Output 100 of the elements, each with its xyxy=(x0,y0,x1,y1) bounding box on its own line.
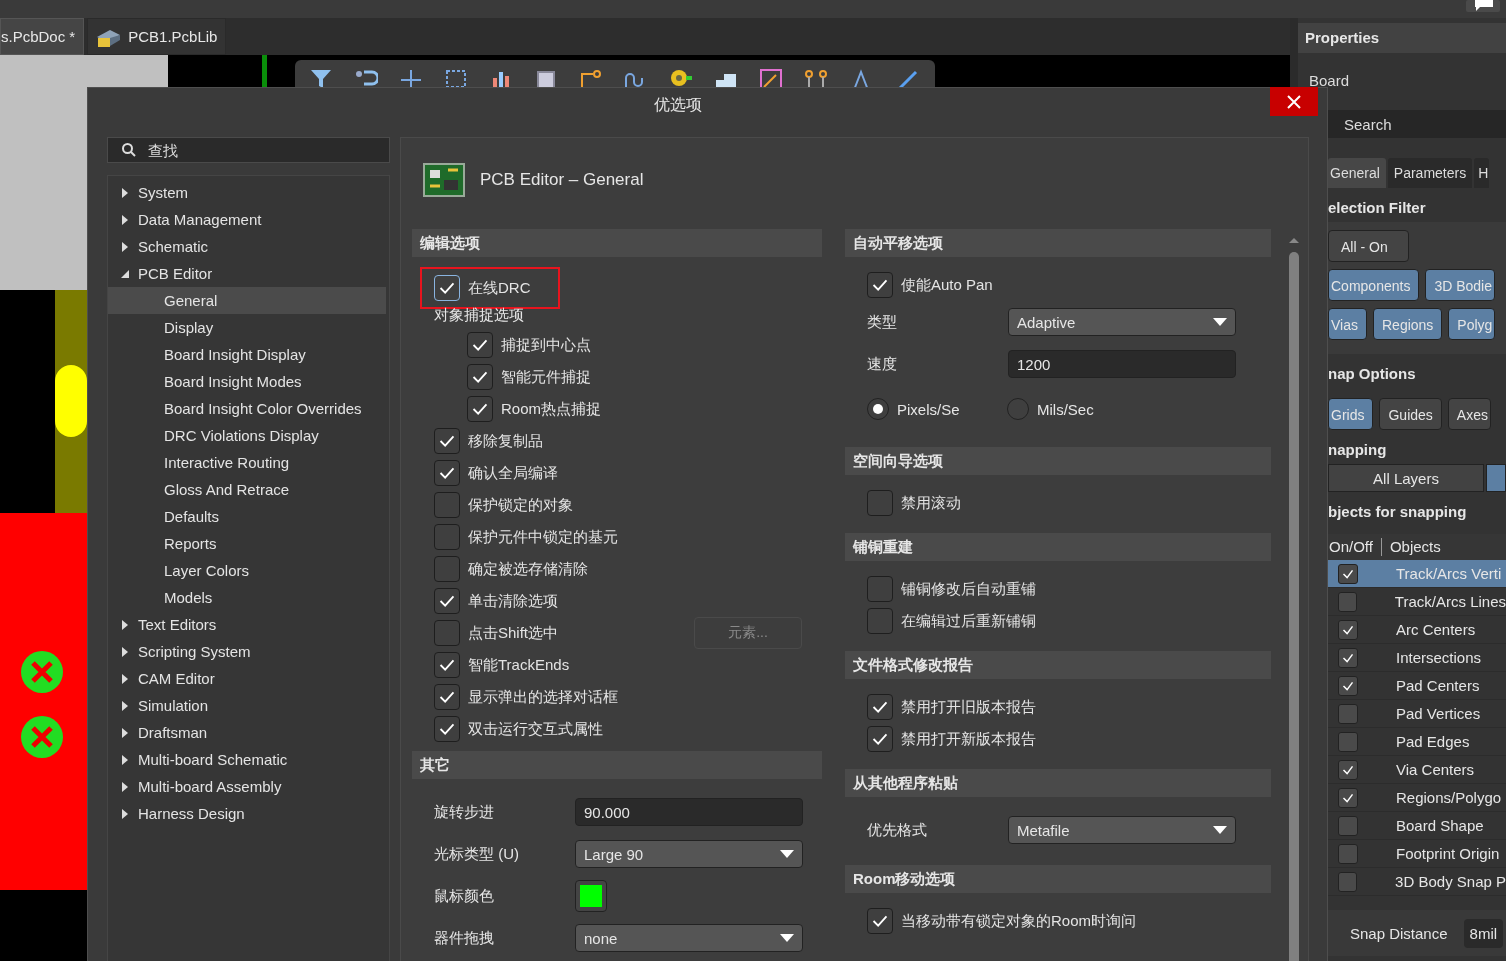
checkbox[interactable] xyxy=(434,556,460,582)
checkbox[interactable] xyxy=(434,588,460,614)
expand-arrow-icon[interactable] xyxy=(120,241,130,252)
expand-arrow-icon[interactable] xyxy=(120,268,130,279)
table-row[interactable]: Via Centers xyxy=(1328,756,1506,784)
tree-item[interactable]: Layer Colors xyxy=(108,557,386,584)
table-row[interactable]: Intersections xyxy=(1328,644,1506,672)
expand-arrow-icon[interactable] xyxy=(120,781,130,792)
checkbox[interactable] xyxy=(1338,675,1358,696)
segment-option[interactable] xyxy=(1486,464,1506,492)
checkbox[interactable] xyxy=(434,620,460,646)
close-button[interactable] xyxy=(1270,87,1318,116)
tab[interactable]: H xyxy=(1474,158,1490,188)
table-row[interactable]: 3D Body Snap P xyxy=(1328,868,1506,896)
tree-item[interactable]: Board Insight Color Overrides xyxy=(108,395,386,422)
checkbox[interactable] xyxy=(1338,647,1358,668)
checkbox[interactable] xyxy=(1338,563,1358,584)
tree-item[interactable]: Schematic xyxy=(108,233,386,260)
expand-arrow-icon[interactable] xyxy=(120,700,130,711)
checkbox[interactable] xyxy=(1338,843,1358,864)
expand-arrow-icon[interactable] xyxy=(120,187,130,198)
dropdown[interactable]: none xyxy=(575,924,803,952)
table-row[interactable]: Pad Centers xyxy=(1328,672,1506,700)
checkbox[interactable] xyxy=(467,396,493,422)
checkbox[interactable] xyxy=(434,460,460,486)
checkbox[interactable] xyxy=(434,428,460,454)
table-row[interactable]: Board Shape xyxy=(1328,812,1506,840)
snap-toggle[interactable]: Axes xyxy=(1447,398,1491,430)
checkbox[interactable] xyxy=(867,694,893,720)
tree-item[interactable]: Multi-board Schematic xyxy=(108,746,386,773)
tree-item[interactable]: Data Management xyxy=(108,206,386,233)
speech-bubble-icon[interactable] xyxy=(1466,0,1500,12)
tree-item[interactable]: Text Editors xyxy=(108,611,386,638)
checkbox[interactable] xyxy=(1338,591,1357,612)
table-row[interactable]: Footprint Origin xyxy=(1328,840,1506,868)
tree-item[interactable]: System xyxy=(108,179,386,206)
table-row[interactable]: Pad Vertices xyxy=(1328,700,1506,728)
expand-arrow-icon[interactable] xyxy=(120,727,130,738)
tree-item[interactable]: Board Insight Modes xyxy=(108,368,386,395)
tree-item[interactable]: Harness Design xyxy=(108,800,386,827)
input-field[interactable]: 8mil xyxy=(1463,918,1504,948)
checkbox[interactable] xyxy=(1338,759,1358,780)
table-row[interactable]: Arc Centers xyxy=(1328,616,1506,644)
checkbox[interactable] xyxy=(434,524,460,550)
tab[interactable]: Parameters xyxy=(1387,158,1473,188)
checkbox[interactable] xyxy=(434,716,460,742)
checkbox[interactable] xyxy=(434,275,460,301)
tree-item[interactable]: Models xyxy=(108,584,386,611)
tree-item[interactable]: Defaults xyxy=(108,503,386,530)
tree-item[interactable]: DRC Violations Display xyxy=(108,422,386,449)
checkbox[interactable] xyxy=(867,576,893,602)
tree-item[interactable]: Gloss And Retrace xyxy=(108,476,386,503)
tab[interactable]: General xyxy=(1328,158,1386,188)
checkbox[interactable] xyxy=(1338,871,1358,892)
search-field[interactable]: 查找 xyxy=(107,137,390,163)
table-row[interactable]: Regions/Polygo xyxy=(1328,784,1506,812)
column-header[interactable]: On/Off xyxy=(1328,538,1381,556)
scrollbar[interactable] xyxy=(1288,236,1300,961)
input-field[interactable]: 90.000 xyxy=(575,798,803,826)
input-field[interactable]: 1200 xyxy=(1008,350,1236,378)
column-header[interactable]: Objects xyxy=(1380,538,1449,556)
tree-item[interactable]: PCB Editor xyxy=(108,260,386,287)
checkbox[interactable] xyxy=(1338,731,1358,752)
dropdown[interactable]: Adaptive xyxy=(1008,308,1236,336)
radio-button[interactable] xyxy=(1007,398,1029,420)
table-row[interactable]: Pad Edges xyxy=(1328,728,1506,756)
tree-item[interactable]: General xyxy=(108,287,386,314)
tree-item[interactable]: Scripting System xyxy=(108,638,386,665)
checkbox[interactable] xyxy=(467,332,493,358)
checkbox[interactable] xyxy=(434,684,460,710)
scroll-thumb[interactable] xyxy=(1289,252,1299,961)
tree-item[interactable]: Reports xyxy=(108,530,386,557)
checkbox[interactable] xyxy=(867,908,893,934)
checkbox[interactable] xyxy=(1338,787,1358,808)
expand-arrow-icon[interactable] xyxy=(120,754,130,765)
tree-item[interactable]: Simulation xyxy=(108,692,386,719)
dropdown[interactable]: Metafile xyxy=(1008,816,1236,844)
document-tab[interactable]: PCB1.PcbLib xyxy=(87,18,227,55)
tree-item[interactable]: Display xyxy=(108,314,386,341)
dropdown[interactable]: Large 90 xyxy=(575,840,803,868)
expand-arrow-icon[interactable] xyxy=(120,214,130,225)
scroll-up-icon[interactable] xyxy=(1288,236,1300,244)
radio-button[interactable] xyxy=(867,398,889,420)
expand-arrow-icon[interactable] xyxy=(120,673,130,684)
expand-arrow-icon[interactable] xyxy=(120,808,130,819)
checkbox[interactable] xyxy=(867,490,893,516)
tree-item[interactable]: CAM Editor xyxy=(108,665,386,692)
expand-arrow-icon[interactable] xyxy=(120,646,130,657)
table-row[interactable]: Track/Arcs Lines xyxy=(1328,588,1506,616)
checkbox[interactable] xyxy=(434,652,460,678)
tree-item[interactable]: Interactive Routing xyxy=(108,449,386,476)
checkbox[interactable] xyxy=(434,492,460,518)
checkbox[interactable] xyxy=(867,726,893,752)
checkbox[interactable] xyxy=(867,608,893,634)
checkbox[interactable] xyxy=(1338,619,1358,640)
tree-item[interactable]: Multi-board Assembly xyxy=(108,773,386,800)
tree-item[interactable]: Draftsman xyxy=(108,719,386,746)
snap-toggle[interactable]: Guides xyxy=(1379,398,1442,430)
expand-arrow-icon[interactable] xyxy=(120,619,130,630)
checkbox[interactable] xyxy=(867,272,893,298)
